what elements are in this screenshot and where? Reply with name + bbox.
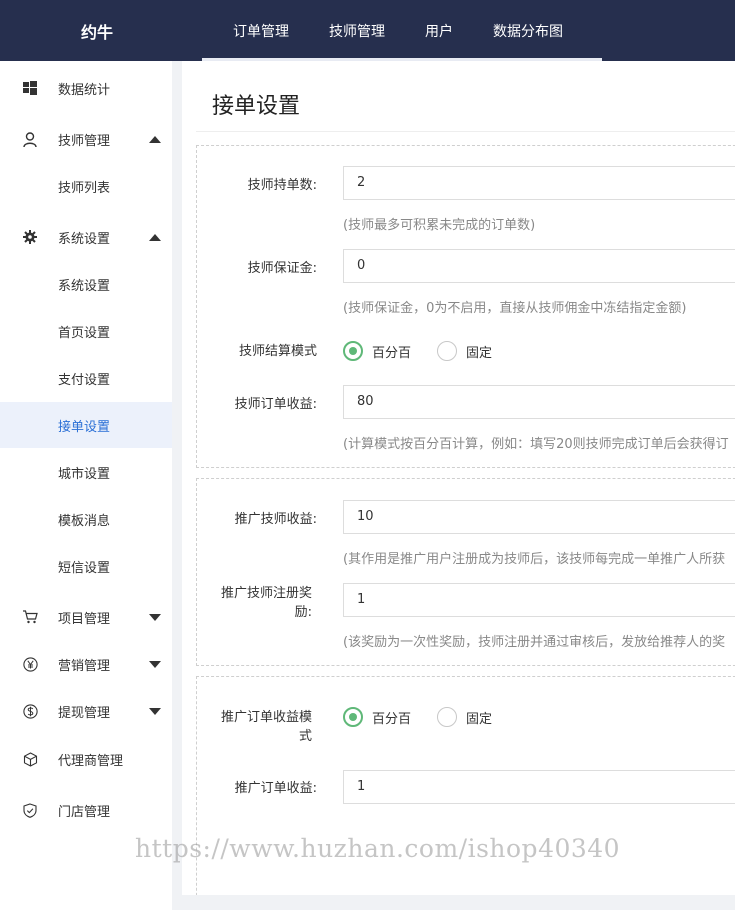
settle-mode-fixed-radio[interactable] [437,341,458,361]
nav-orders[interactable]: 订单管理 [233,21,289,41]
sidebar-item-label: 提现管理 [58,705,111,721]
chevron-down-icon [149,613,161,621]
sidebar-item-label: 项目管理 [58,611,111,627]
order-income-input[interactable]: 80 [343,385,735,419]
settle-mode-fixed-label[interactable]: 固定 [466,342,492,361]
sidebar-item-label: 营销管理 [58,658,111,674]
promo-reward-input[interactable]: 1 [343,583,735,617]
promo-order-mode-fixed-radio[interactable] [437,707,458,727]
cart-icon [22,609,38,625]
promo-order-mode-label-line1: 推广订单收益模 [220,710,312,725]
nav-data-map[interactable]: 数据分布图 [493,21,563,41]
promo-order-mode-label: 推广订单收益模 式 [192,708,312,746]
sidebar-item-sms-settings[interactable]: 短信设置 [0,543,172,589]
promo-order-mode-label-line2: 式 [298,729,312,744]
settle-mode-label: 技师结算模式 [238,344,317,359]
promo-reward-label-line2: 励: [294,605,312,620]
order-limit-input[interactable]: 2 [343,166,735,200]
chevron-down-icon [149,660,161,668]
settle-mode-percent-label[interactable]: 百分百 [372,342,411,361]
promo-income-label: 推广技师收益: [234,512,317,527]
sidebar-item-label: 接单设置 [58,419,111,435]
sidebar-item-payment-settings[interactable]: 支付设置 [0,355,172,401]
order-limit-label: 技师持单数: [247,178,317,193]
sidebar-item-label: 城市设置 [58,466,111,482]
layout-divider [172,61,182,910]
sidebar-item-label: 模板消息 [58,513,111,529]
sidebar-item-store-mgmt[interactable]: 门店管理 [0,787,172,833]
promo-reward-label: 推广技师注册奖 励: [192,584,312,622]
chevron-up-icon [149,135,161,143]
user-icon [22,131,38,147]
promo-order-mode-radio-group: 百分百 固定 [343,707,518,727]
sidebar-item-technician-list[interactable]: 技师列表 [0,163,172,209]
sidebar-item-label: 数据统计 [58,82,111,98]
sidebar-item-city-settings[interactable]: 城市设置 [0,449,172,495]
promo-order-mode-percent-radio[interactable] [343,707,363,727]
order-income-hint: (计算模式按百分百计算，例如：填写20则技师完成订单后会获得订 [343,437,729,452]
order-limit-hint: (技师最多可积累未完成的订单数) [343,218,536,233]
promo-order-mode-percent-label[interactable]: 百分百 [372,708,411,727]
sidebar-item-agent-mgmt[interactable]: 代理商管理 [0,736,172,782]
gear-icon [22,229,38,245]
order-income-label: 技师订单收益: [234,397,317,412]
promo-order-income-label: 推广订单收益: [234,781,317,796]
sidebar-item-stats[interactable]: 数据统计 [0,65,172,111]
dollar-icon [22,703,38,719]
sidebar-item-order-settings[interactable]: 接单设置 [0,402,172,448]
watermark-text: https://www.huzhan.com/ishop40340 [135,834,621,863]
promo-income-hint: (其作用是推广用户注册成为技师后，该技师每完成一单推广人所获 [343,552,726,567]
sidebar-item-label: 支付设置 [58,372,111,388]
yen-icon [22,656,38,672]
nav-users[interactable]: 用户 [425,21,453,41]
promo-income-input[interactable]: 10 [343,500,735,534]
technician-settings-section: 技师持单数: 2 (技师最多可积累未完成的订单数) 技师保证金: 0 (技师保证… [196,145,735,468]
sidebar-item-technician-mgmt[interactable]: 技师管理 [0,116,172,162]
sidebar: 数据统计 技师管理 技师列表 系统设置 系统设置 首页设置 支付设置 接单设置 … [0,61,172,910]
sidebar-item-marketing-mgmt[interactable]: 营销管理 [0,641,172,687]
deposit-label: 技师保证金: [247,261,317,276]
promo-order-income-input[interactable]: 1 [343,770,735,804]
sidebar-item-system-settings-group[interactable]: 系统设置 [0,214,172,260]
sidebar-item-label: 代理商管理 [58,753,124,769]
sidebar-item-system-settings[interactable]: 系统设置 [0,261,172,307]
chevron-down-icon [149,707,161,715]
sidebar-item-label: 系统设置 [58,231,111,247]
sidebar-item-label: 短信设置 [58,560,111,576]
promo-reward-label-line1: 推广技师注册奖 [220,586,312,601]
settle-mode-percent-radio[interactable] [343,341,363,361]
cube-icon [22,751,38,767]
sidebar-item-home-settings[interactable]: 首页设置 [0,308,172,354]
deposit-input[interactable]: 0 [343,249,735,283]
app-logo[interactable]: 约牛 [0,0,194,61]
settle-mode-radio-group: 百分百 固定 [343,341,518,361]
nav-technicians[interactable]: 技师管理 [329,21,385,41]
promotion-settings-section: 推广技师收益: 10 (其作用是推广用户注册成为技师后，该技师每完成一单推广人所… [196,478,735,666]
page-title: 接单设置 [212,94,301,119]
sidebar-item-label: 技师列表 [58,180,111,196]
sidebar-item-withdraw-mgmt[interactable]: 提现管理 [0,688,172,734]
promo-reward-hint: (该奖励为一次性奖励，技师注册并通过审核后，发放给推荐人的奖 [343,635,726,650]
sidebar-item-label: 门店管理 [58,804,111,820]
sidebar-item-label: 首页设置 [58,325,111,341]
bottom-gutter [182,895,735,910]
windows-grid-icon [22,80,38,96]
sidebar-item-template-messages[interactable]: 模板消息 [0,496,172,542]
main-panel: 接单设置 技师持单数: 2 (技师最多可积累未完成的订单数) 技师保证金: 0 … [182,61,735,895]
sidebar-item-label: 技师管理 [58,133,111,149]
top-header: 约牛 订单管理 技师管理 用户 数据分布图 [0,0,735,61]
sidebar-item-project-mgmt[interactable]: 项目管理 [0,594,172,640]
deposit-hint: (技师保证金，0为不启用，直接从技师佣金中冻结指定金额) [343,301,687,316]
title-divider [196,131,735,132]
sidebar-item-label: 系统设置 [58,278,111,294]
shield-icon [22,802,38,818]
chevron-up-icon [149,233,161,241]
promo-order-mode-fixed-label[interactable]: 固定 [466,708,492,727]
top-nav: 订单管理 技师管理 用户 数据分布图 [233,0,603,61]
